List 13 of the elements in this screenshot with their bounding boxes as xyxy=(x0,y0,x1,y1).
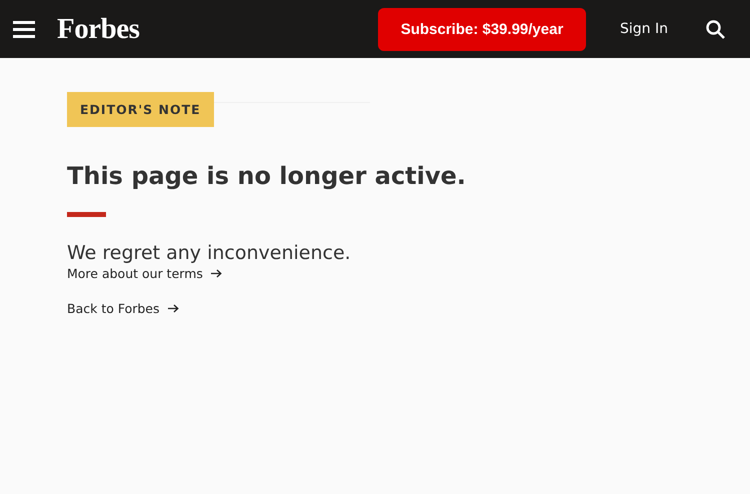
notice-title: This page is no longer active. xyxy=(67,162,466,190)
menu-icon[interactable] xyxy=(13,20,35,38)
subscribe-button[interactable]: Subscribe: $39.99/year xyxy=(378,8,586,50)
arrow-right-icon xyxy=(168,304,179,313)
text-link[interactable]: More about our terms xyxy=(67,266,222,281)
text-link[interactable]: Back to Forbes xyxy=(67,301,179,316)
arrow-right-icon xyxy=(210,269,222,278)
sign-in-link[interactable]: Sign In xyxy=(620,21,668,37)
notice-message: We regret any inconvenience. xyxy=(67,242,351,264)
editors-note-badge: EDITOR'S NOTE xyxy=(67,92,214,127)
logo[interactable]: Forbes xyxy=(57,12,140,46)
search-icon[interactable] xyxy=(706,20,725,38)
accent-bar xyxy=(67,212,106,217)
